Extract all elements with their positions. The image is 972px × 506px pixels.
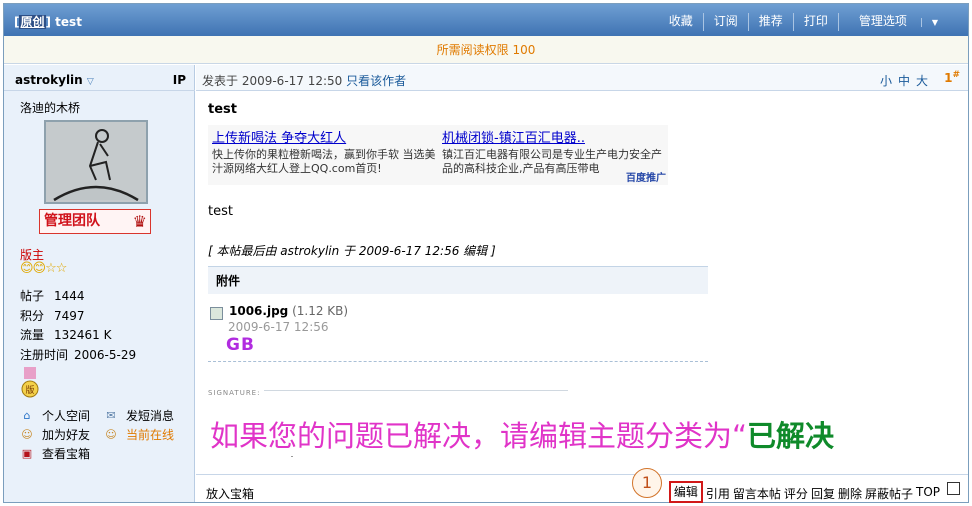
author-custom-title: 洛迪的木桥 (20, 101, 81, 115)
block-post-button[interactable]: 屏蔽帖子 (865, 485, 913, 503)
floor-number[interactable]: 1# (944, 70, 960, 85)
svg-text:版: 版 (25, 384, 34, 396)
reply-button[interactable]: 回复 (811, 485, 835, 503)
font-small-button[interactable]: 小 (880, 74, 892, 88)
stat-traffic: 流量 132461 K (20, 328, 112, 342)
thread-header: [原创] test 收藏 订阅 推荐 打印 管理选项 ▼ (4, 4, 968, 36)
author-links: ⌂ 个人空间 ✉ 发短消息 ☺ 加为好友 ☺ 当前在线 ▣ 查看宝箱 (20, 406, 190, 463)
view-treasure-link[interactable]: ▣ 查看宝箱 (20, 445, 188, 462)
author-stats: 帖子 1444 积分 7497 流量 132461 K 注册时间 2006-5-29 (20, 287, 136, 365)
user-online-icon: ☺ (105, 428, 117, 441)
attachment-file[interactable]: 1006.jpg (1.12 KB) (210, 304, 348, 320)
author-sidebar: astrokylin ▽ IP 洛迪的木桥 管理团队 ♛ 版主 😊😊☆☆ 帖子 1… (4, 65, 195, 502)
comment-button[interactable]: 留言本帖 (733, 485, 781, 503)
post-frame: [原创] test 收藏 订阅 推荐 打印 管理选项 ▼ 所需阅读权限 100 a… (3, 3, 969, 503)
top-button[interactable]: TOP (916, 485, 940, 503)
chevron-down-icon: ▽ (86, 77, 94, 87)
post-content: 发表于 2009-6-17 12:50 只看该作者 小中大 1# test 上传… (196, 65, 968, 503)
online-status: ☺ 当前在线 (105, 428, 175, 442)
signature-message: 如果您的问题已解决，请编辑主题分类为“已解决 (210, 419, 835, 453)
attachment-box: 附件 1006.jpg (1.12 KB) 2009-6-17 12:56 GB (208, 266, 708, 362)
divider-dot (291, 456, 293, 457)
stat-register-date: 注册时间 2006-5-29 (20, 347, 137, 362)
personal-space-link[interactable]: ⌂ 个人空间 (20, 407, 104, 424)
print-button[interactable]: 打印 (792, 13, 838, 31)
post-actions-bar: 放入宝箱 编辑 引用 留言本帖 评分 回复 删除 屏蔽帖子 TOP (196, 474, 968, 503)
delete-button[interactable]: 删除 (838, 485, 862, 503)
put-in-treasure-button[interactable]: 放入宝箱 (206, 485, 254, 502)
ad-block: 上传新喝法 争夺大红人 快上传你的果粒橙新喝法，赢到你手软 当选美汁源网络大红人… (208, 125, 668, 185)
font-size-switch: 小中大 (874, 72, 928, 89)
crown-icon: ♛ (132, 212, 147, 231)
ad-item[interactable]: 上传新喝法 争夺大红人 快上传你的果粒橙新喝法，赢到你手软 当选美汁源网络大红人… (212, 127, 437, 176)
add-friend-link[interactable]: ☺ 加为好友 (20, 426, 104, 443)
attachment-date: 2009-6-17 12:56 (228, 320, 329, 334)
rank-stars-icon: 😊😊☆☆ (20, 261, 67, 276)
envelope-icon: ✉ (106, 409, 116, 422)
author-header: astrokylin ▽ IP (4, 65, 195, 91)
author-name[interactable]: astrokylin ▽ (15, 73, 94, 87)
post-meta: 发表于 2009-6-17 12:50 只看该作者 小中大 1# (196, 65, 968, 91)
signature-divider: SIGNATURE: (208, 389, 568, 397)
post-body: test (208, 204, 233, 219)
edit-button[interactable]: 编辑 (668, 481, 703, 503)
moderator-medal-icon: 版 (21, 367, 39, 399)
post-actions: 编辑 引用 留言本帖 评分 回复 删除 屏蔽帖子 TOP (666, 481, 940, 503)
send-message-link[interactable]: ✉ 发短消息 (104, 407, 188, 424)
post-time: 发表于 2009-6-17 12:50 只看该作者 (202, 74, 407, 88)
subscribe-button[interactable]: 订阅 (702, 13, 748, 31)
sitting-figure-icon (53, 129, 139, 202)
stat-points: 积分 7497 (20, 308, 85, 323)
attachment-preview[interactable]: GB (226, 335, 255, 355)
add-user-icon: ☺ (21, 428, 33, 441)
edited-note: [ 本帖最后由 astrokylin 于 2009-6-17 12:56 编辑 … (208, 244, 496, 258)
only-author-link[interactable]: 只看该作者 (346, 74, 406, 88)
favorite-button[interactable]: 收藏 (659, 13, 703, 31)
treasure-chest-icon: ▣ (21, 447, 33, 460)
manage-options-button[interactable]: 管理选项 ▼ (837, 13, 958, 31)
font-large-button[interactable]: 大 (916, 74, 928, 88)
thread-title-text: test (55, 15, 82, 29)
avatar[interactable] (44, 120, 148, 204)
stat-posts: 帖子 1444 (20, 289, 85, 303)
original-tag-link[interactable]: 原创 (19, 15, 46, 29)
recommend-button[interactable]: 推荐 (747, 13, 793, 31)
step-marker: 1 (632, 468, 662, 498)
ad-brand: 百度推广 (626, 173, 666, 184)
ip-link[interactable]: IP (173, 73, 186, 87)
group-badge: 管理团队 ♛ (39, 209, 151, 234)
thread-title: [原创] test (14, 15, 82, 29)
thread-menu: 收藏 订阅 推荐 打印 管理选项 ▼ (659, 13, 958, 31)
rate-button[interactable]: 评分 (784, 485, 808, 503)
image-file-icon (210, 307, 223, 320)
read-permission-notice: 所需阅读权限 100 (4, 36, 968, 64)
attachment-header: 附件 (208, 266, 708, 294)
chevron-down-icon: ▼ (920, 18, 948, 27)
signature-label: SIGNATURE: (208, 389, 265, 397)
post-title: test (208, 102, 237, 117)
quote-button[interactable]: 引用 (706, 485, 730, 503)
home-icon: ⌂ (23, 409, 31, 422)
font-medium-button[interactable]: 中 (898, 74, 910, 88)
select-post-checkbox[interactable] (947, 482, 960, 495)
